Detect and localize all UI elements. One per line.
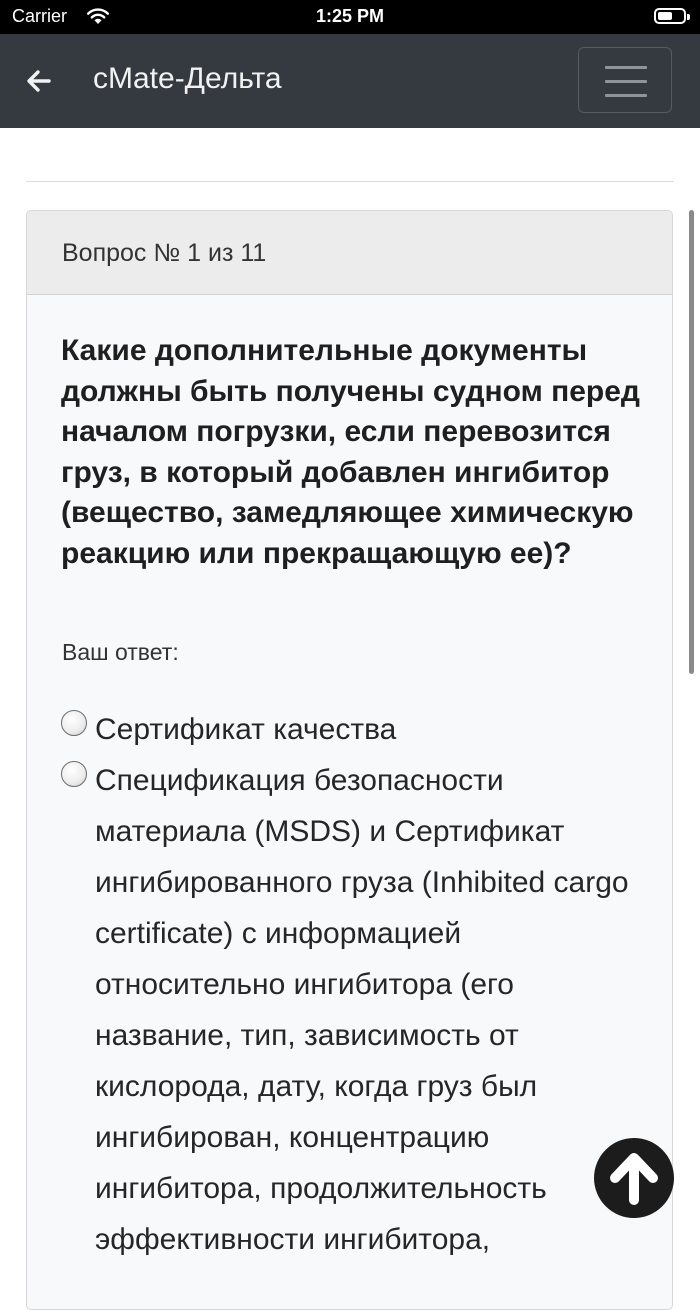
question-card: Вопрос № 1 из 11 Какие дополнительные до… [26,210,673,1310]
answer-option-1[interactable]: Сертификат качества [61,704,651,755]
app-title: cMate-Дельта [93,62,282,95]
answer-option-label: Сертификат качества [95,713,397,746]
answer-label: Ваш ответ: [62,639,179,665]
navbar: cMate-Дельта [0,34,700,128]
arrow-up-icon [610,1153,658,1205]
scrollbar[interactable] [689,210,694,674]
question-number: Вопрос № 1 из 11 [62,239,267,267]
divider [26,181,674,182]
card-header: Вопрос № 1 из 11 [27,211,672,295]
status-time: 1:25 PM [315,6,385,26]
battery-icon [654,8,690,24]
arrow-left-icon[interactable] [22,64,56,98]
status-bar: Carrier 1:25 PM [0,0,700,34]
answer-option-label: Спецификация безопасности материала (MSD… [95,764,629,1256]
radio-button[interactable] [61,761,87,787]
hamburger-icon [605,66,647,69]
scroll-top-button[interactable] [594,1138,674,1218]
menu-toggle-button[interactable] [578,47,672,113]
question-text: Какие дополнительные документы должны бы… [61,334,640,570]
radio-button[interactable] [61,710,87,736]
answer-option-2[interactable]: Спецификация безопасности материала (MSD… [61,755,651,1275]
